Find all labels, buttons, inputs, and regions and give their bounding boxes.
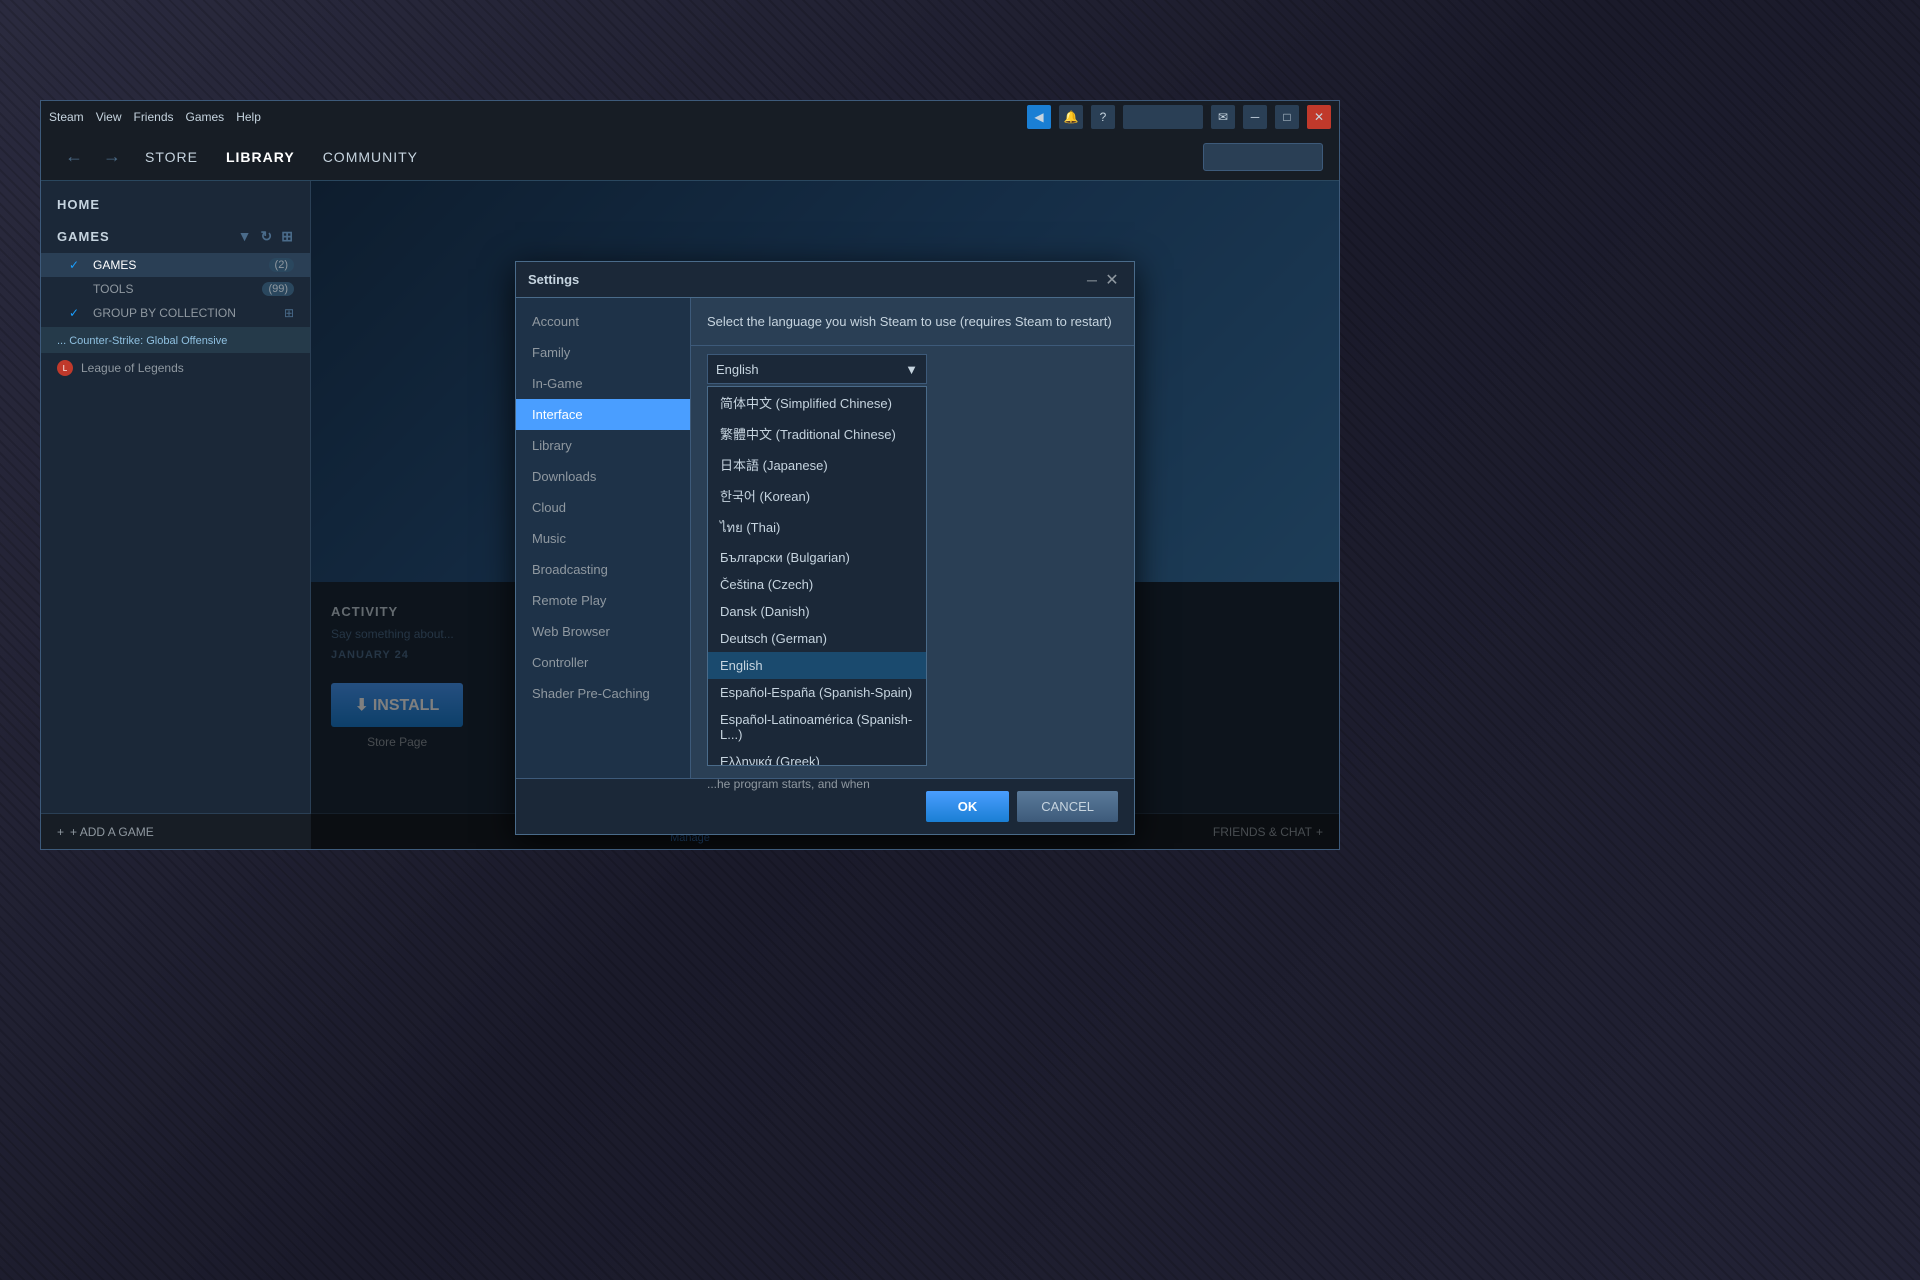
- settings-item-library[interactable]: Library: [516, 430, 690, 461]
- maximize-btn[interactable]: □: [1275, 105, 1299, 129]
- notification-icon[interactable]: 🔔: [1059, 105, 1083, 129]
- lol-icon: L: [57, 360, 73, 376]
- menu-friends[interactable]: Friends: [133, 110, 173, 124]
- settings-item-downloads[interactable]: Downloads: [516, 461, 690, 492]
- lang-option-4[interactable]: ไทย (Thai): [708, 511, 926, 544]
- tools-count: (99): [262, 282, 294, 296]
- game-item-lol[interactable]: L League of Legends: [41, 355, 310, 381]
- sidebar-home[interactable]: HOME: [41, 189, 310, 220]
- lang-option-2[interactable]: 日本語 (Japanese): [708, 449, 926, 480]
- sidebar-games-header: GAMES ▼ ↻ ⊞: [41, 220, 310, 253]
- title-bar-menu: Steam View Friends Games Help: [49, 110, 261, 124]
- tools-check-icon: ✓: [69, 282, 85, 296]
- menu-view[interactable]: View: [96, 110, 122, 124]
- mail-icon[interactable]: ✉: [1211, 105, 1235, 129]
- language-select[interactable]: English ▼: [707, 354, 927, 384]
- nav-community[interactable]: COMMUNITY: [311, 145, 430, 169]
- settings-dialog: Settings ─ ✕ Account Family In-Game Inte…: [515, 261, 1135, 835]
- menu-help[interactable]: Help: [236, 110, 261, 124]
- group-collection-label: GROUP BY COLLECTION: [93, 306, 276, 320]
- lang-option-8[interactable]: Deutsch (German): [708, 625, 926, 652]
- ok-button[interactable]: OK: [926, 791, 1010, 822]
- lang-option-11[interactable]: Español-Latinoamérica (Spanish-L...): [708, 706, 926, 748]
- forward-arrow[interactable]: →: [95, 142, 129, 171]
- close-btn[interactable]: ✕: [1307, 105, 1331, 129]
- settings-item-cloud[interactable]: Cloud: [516, 492, 690, 523]
- user-menu[interactable]: [1123, 105, 1203, 129]
- settings-item-shadercaching[interactable]: Shader Pre-Caching: [516, 678, 690, 709]
- settings-item-account[interactable]: Account: [516, 306, 690, 337]
- games-view-icon[interactable]: ⊞: [281, 228, 294, 245]
- dialog-close-btn[interactable]: ✕: [1102, 270, 1122, 290]
- settings-item-interface[interactable]: Interface: [516, 399, 690, 430]
- settings-item-ingame[interactable]: In-Game: [516, 368, 690, 399]
- nav-store[interactable]: STORE: [133, 145, 210, 169]
- add-game-icon: +: [57, 825, 64, 839]
- dialog-minimize-btn[interactable]: ─: [1082, 270, 1102, 290]
- sidebar-item-games[interactable]: ✓ GAMES (2): [41, 253, 310, 277]
- settings-item-webbrowser[interactable]: Web Browser: [516, 616, 690, 647]
- lang-option-6[interactable]: Čeština (Czech): [708, 571, 926, 598]
- steam-window: Steam View Friends Games Help ◀ 🔔 ? ✉ ─ …: [40, 100, 1340, 850]
- nav-bar: ← → STORE LIBRARY COMMUNITY: [41, 133, 1339, 181]
- lang-option-5[interactable]: Български (Bulgarian): [708, 544, 926, 571]
- lang-option-1[interactable]: 繁體中文 (Traditional Chinese): [708, 418, 926, 449]
- nav-search[interactable]: [1203, 143, 1323, 171]
- dropdown-arrow-icon: ▼: [905, 362, 918, 377]
- add-game-button[interactable]: + + ADD A GAME: [57, 825, 154, 839]
- lang-option-12[interactable]: Ελληνικά (Greek): [708, 748, 926, 766]
- menu-steam[interactable]: Steam: [49, 110, 84, 124]
- group-check-icon: ✓: [69, 306, 85, 320]
- language-instruction: Select the language you wish Steam to us…: [691, 298, 1134, 346]
- settings-item-broadcasting[interactable]: Broadcasting: [516, 554, 690, 585]
- games-count: (2): [269, 258, 294, 272]
- back-arrow[interactable]: ←: [57, 142, 91, 171]
- settings-item-music[interactable]: Music: [516, 523, 690, 554]
- sidebar-item-tools[interactable]: ✓ TOOLS (99): [41, 277, 310, 301]
- settings-item-remoteplay[interactable]: Remote Play: [516, 585, 690, 616]
- sidebar-item-group-collection[interactable]: ✓ GROUP BY COLLECTION ⊞: [41, 301, 310, 325]
- games-check-icon: ✓: [69, 258, 85, 272]
- games-label: GAMES: [93, 258, 261, 272]
- sidebar: HOME GAMES ▼ ↻ ⊞ ✓ GAMES (2) ✓ TOOLS (99…: [41, 181, 311, 849]
- lang-option-3[interactable]: 한국어 (Korean): [708, 480, 926, 511]
- cancel-button[interactable]: CANCEL: [1017, 791, 1118, 822]
- dialog-title-bar: Settings ─ ✕: [516, 262, 1134, 298]
- nav-back-icon[interactable]: ◀: [1027, 105, 1051, 129]
- settings-sidebar: Account Family In-Game Interface Library…: [516, 298, 691, 778]
- lang-option-0[interactable]: 简体中文 (Simplified Chinese): [708, 387, 926, 418]
- group-filter-icon: ⊞: [284, 306, 294, 320]
- minimize-btn[interactable]: ─: [1243, 105, 1267, 129]
- add-game-label: + ADD A GAME: [70, 825, 154, 839]
- main-content: ⬇ INSTALL Store Page ACTIVITY Say someth…: [311, 181, 1339, 849]
- lang-option-9[interactable]: English: [708, 652, 926, 679]
- games-filter-icon[interactable]: ▼: [238, 228, 253, 245]
- collection-name: ... Counter-Strike: Global Offensive: [57, 335, 227, 347]
- settings-item-family[interactable]: Family: [516, 337, 690, 368]
- settings-item-controller[interactable]: Controller: [516, 647, 690, 678]
- language-dropdown-list: 简体中文 (Simplified Chinese) 繁體中文 (Traditio…: [707, 386, 927, 766]
- help-icon[interactable]: ?: [1091, 105, 1115, 129]
- tools-label: TOOLS: [93, 282, 254, 296]
- menu-games[interactable]: Games: [186, 110, 225, 124]
- current-language-label: English: [716, 362, 759, 377]
- nav-library[interactable]: LIBRARY: [214, 145, 307, 169]
- lang-option-7[interactable]: Dansk (Danish): [708, 598, 926, 625]
- lang-option-10[interactable]: Español-España (Spanish-Spain): [708, 679, 926, 706]
- dialog-body: Account Family In-Game Interface Library…: [516, 298, 1134, 778]
- lol-label: League of Legends: [81, 361, 184, 375]
- dialog-title: Settings: [528, 272, 1082, 287]
- games-refresh-icon[interactable]: ↻: [261, 228, 274, 245]
- title-bar: Steam View Friends Games Help ◀ 🔔 ? ✉ ─ …: [41, 101, 1339, 133]
- modal-overlay: Settings ─ ✕ Account Family In-Game Inte…: [311, 181, 1339, 849]
- language-dropdown-container: English ▼ 简体中文 (Simplified Chinese) 繁體中文…: [691, 346, 1134, 392]
- title-bar-controls: ◀ 🔔 ? ✉ ─ □ ✕: [1027, 105, 1331, 129]
- content-area: HOME GAMES ▼ ↻ ⊞ ✓ GAMES (2) ✓ TOOLS (99…: [41, 181, 1339, 849]
- settings-content-panel: Select the language you wish Steam to us…: [691, 298, 1134, 778]
